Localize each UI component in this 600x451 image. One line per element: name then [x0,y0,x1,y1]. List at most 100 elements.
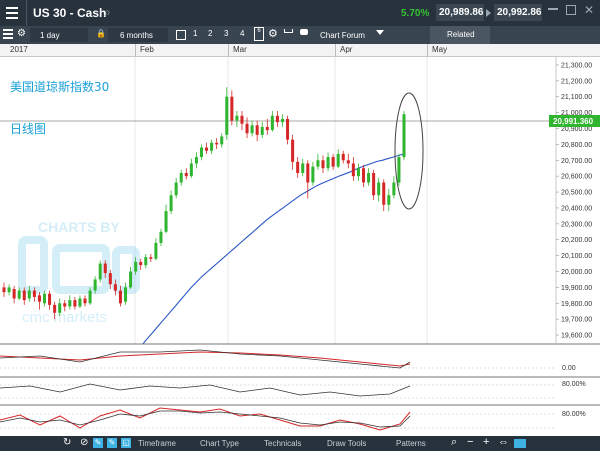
candle-body [7,287,11,293]
candle-body [377,182,381,196]
chat-icon[interactable] [300,29,308,35]
preset-2[interactable]: 2 [208,29,212,38]
candle-body [53,304,57,313]
candle-body [113,284,117,291]
range-dropdown[interactable]: 6 months [108,28,168,42]
tab-patterns[interactable]: Patterns [396,439,426,448]
fit-icon[interactable]: ⇔ [498,436,509,448]
annotation-subtitle: 日线图 [10,122,46,136]
candle-body [48,293,52,305]
gear-icon[interactable]: ⚙ [268,27,278,40]
y-tick-label: 20,800.00 [561,142,592,149]
preset-1[interactable]: 1 [193,29,197,38]
interval-dropdown[interactable]: 1 day [30,28,88,42]
zoom-out-icon[interactable]: − [467,436,473,448]
interval-label: 1 day [40,31,60,40]
settings-icon[interactable]: ⚙ [17,28,26,39]
candle-body [255,125,259,135]
ruler-icon[interactable] [284,29,293,33]
tab-draw-tools[interactable]: Draw Tools [327,439,366,448]
candle-body [265,126,269,131]
sell-price: 20,989.86 [439,7,484,18]
candle-body [2,287,6,293]
candle-body [225,96,229,135]
search-icon[interactable]: ⌕ [451,436,457,449]
candle-body [326,157,330,169]
candle-body [108,273,112,285]
fullscreen-icon[interactable] [514,439,526,448]
preset-4[interactable]: 4 [240,29,244,38]
candle-body [372,172,376,196]
candle-body [103,263,107,274]
candle-body [83,298,87,304]
maximize-icon[interactable] [566,5,576,15]
candle-body [361,168,366,183]
related-tab[interactable]: Related [430,26,490,44]
indicator-1-label: 0.00 [562,365,576,372]
y-tick-label: 19,900.00 [561,285,592,292]
tab-technicals[interactable]: Technicals [264,439,301,448]
candle-body [78,298,82,307]
candle-body [316,160,320,167]
candle-body [306,163,310,183]
y-tick-label: 20,300.00 [561,221,592,228]
preset-6[interactable]: 6 [254,27,264,41]
y-tick-label: 21,200.00 [561,78,592,85]
candle-body [134,261,138,272]
candle-body [220,136,224,145]
pencil-icon[interactable]: ✎ [93,438,103,448]
candle-body [250,125,254,134]
plot-area[interactable] [0,57,556,343]
indicator-panel-1[interactable]: 0.00 [0,343,600,376]
candle-body [37,295,41,302]
buy-price-button[interactable]: 20,992.86 [494,4,542,21]
close-icon[interactable]: ✕ [584,3,594,17]
calendar-icon[interactable] [176,30,186,40]
candle-body [356,168,360,177]
toolbar: ⚙ 1 day 🔒 6 months 1 2 3 4 6 ⚙ Chart For… [0,26,600,44]
indicator-panel-2[interactable]: 80.00% [0,376,600,404]
lock-icon[interactable]: 🔒 [96,29,106,38]
candle-body [27,290,31,299]
indicator-panel-3[interactable]: 80.00% [0,404,600,436]
candle-body [129,271,133,288]
pen-icon[interactable]: ✎ [107,438,117,448]
minimize-icon[interactable] [548,8,558,10]
indicator-2-label: 80.00% [562,381,586,388]
candle-body [240,115,244,124]
candle-body [12,288,16,299]
candle-body [321,160,325,169]
refresh-icon[interactable]: ↻ [63,437,71,448]
month-tick [335,44,336,56]
candle-body [98,263,102,280]
tab-chart-type[interactable]: Chart Type [200,439,239,448]
candle-body [118,290,122,304]
block-icon[interactable]: ⊘ [80,437,88,448]
shapes-icon[interactable]: ◱ [121,438,131,448]
list-icon[interactable] [3,29,13,39]
buy-price: 20,992.86 [497,7,542,18]
candle-body [164,211,168,232]
y-tick-label: 20,200.00 [561,237,592,244]
candle-body [139,261,143,266]
chevron-down-icon[interactable] [376,30,384,35]
search-icon[interactable]: ⌕ [104,5,111,20]
chart-forum-button[interactable]: Chart Forum [314,28,372,42]
watermark-line1: CHARTS BY [38,219,120,235]
bottom-bar: ↻ ⊘ ✎ ✎ ◱ Timeframe Chart Type Technical… [0,436,600,451]
candle-body [199,147,203,158]
candle-body [154,242,158,259]
y-tick-label: 20,000.00 [561,269,592,276]
sell-price-button[interactable]: 20,989.86 [436,4,484,21]
timeline-month-may: May [432,45,448,54]
y-tick-label: 19,700.00 [561,317,592,324]
tab-timeframe[interactable]: Timeframe [138,439,176,448]
candle-body [144,257,148,266]
annotation-title: 美国道琼斯指数30 [10,79,109,94]
preset-3[interactable]: 3 [224,29,228,38]
title-divider [26,0,27,26]
menu-icon[interactable] [6,7,18,19]
zoom-in-icon[interactable]: + [483,436,489,448]
candle-body [88,290,92,304]
candle-body [73,300,77,307]
